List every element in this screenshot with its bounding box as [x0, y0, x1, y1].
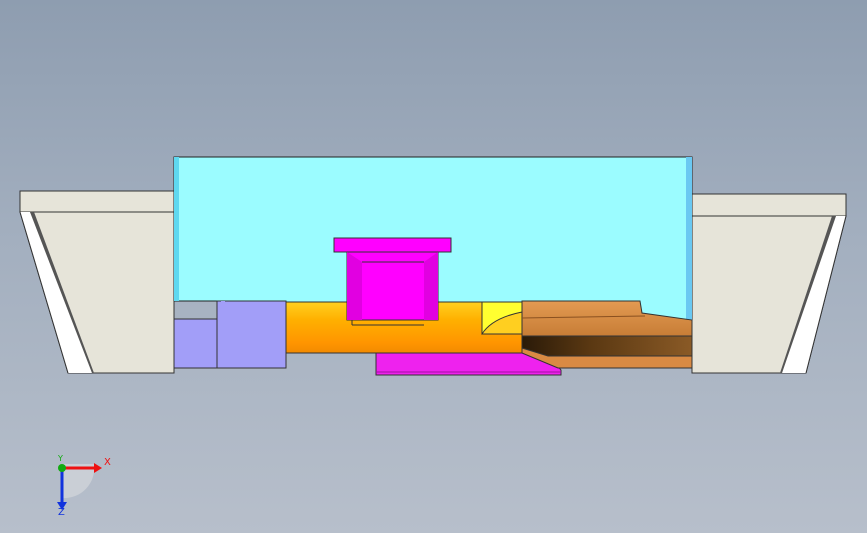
axis-triad: X Y Z	[48, 452, 118, 522]
left-clamp-block[interactable]	[19, 190, 175, 374]
y-axis-dot-icon	[58, 464, 66, 472]
model-scene[interactable]	[0, 0, 867, 533]
y-axis-label: Y	[58, 454, 63, 463]
right-clamp-block[interactable]	[691, 193, 847, 374]
yellow-insert[interactable]	[481, 301, 523, 335]
magenta-top-insert[interactable]	[333, 237, 452, 326]
graphics-viewport[interactable]: X Y Z	[0, 0, 867, 533]
z-axis-label: Z	[58, 507, 65, 518]
x-axis-label: X	[104, 457, 111, 468]
lavender-slider[interactable]	[173, 300, 287, 369]
